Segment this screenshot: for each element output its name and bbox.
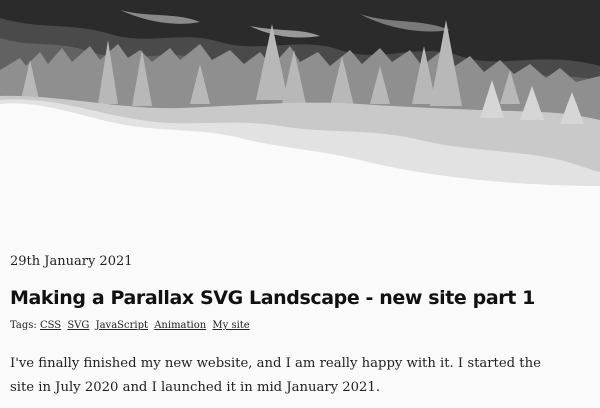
tag-link-javascript[interactable]: JavaScript xyxy=(96,320,148,331)
tag-link-my-site[interactable]: My site xyxy=(212,320,249,331)
tag-link-css[interactable]: CSS xyxy=(40,320,61,331)
tag-link-svg[interactable]: SVG xyxy=(67,320,89,331)
tags-label: Tags: xyxy=(10,320,37,331)
post-title: Making a Parallax SVG Landscape - new si… xyxy=(10,287,535,309)
post-intro-paragraph: I've finally finished my new website, an… xyxy=(10,356,541,395)
post-date: 29th January 2021 xyxy=(10,254,133,269)
tag-link-animation[interactable]: Animation xyxy=(154,320,206,331)
parallax-landscape-illustration xyxy=(0,0,600,190)
tag-list: Tags: CSS SVG JavaScript Animation My si… xyxy=(10,320,253,331)
